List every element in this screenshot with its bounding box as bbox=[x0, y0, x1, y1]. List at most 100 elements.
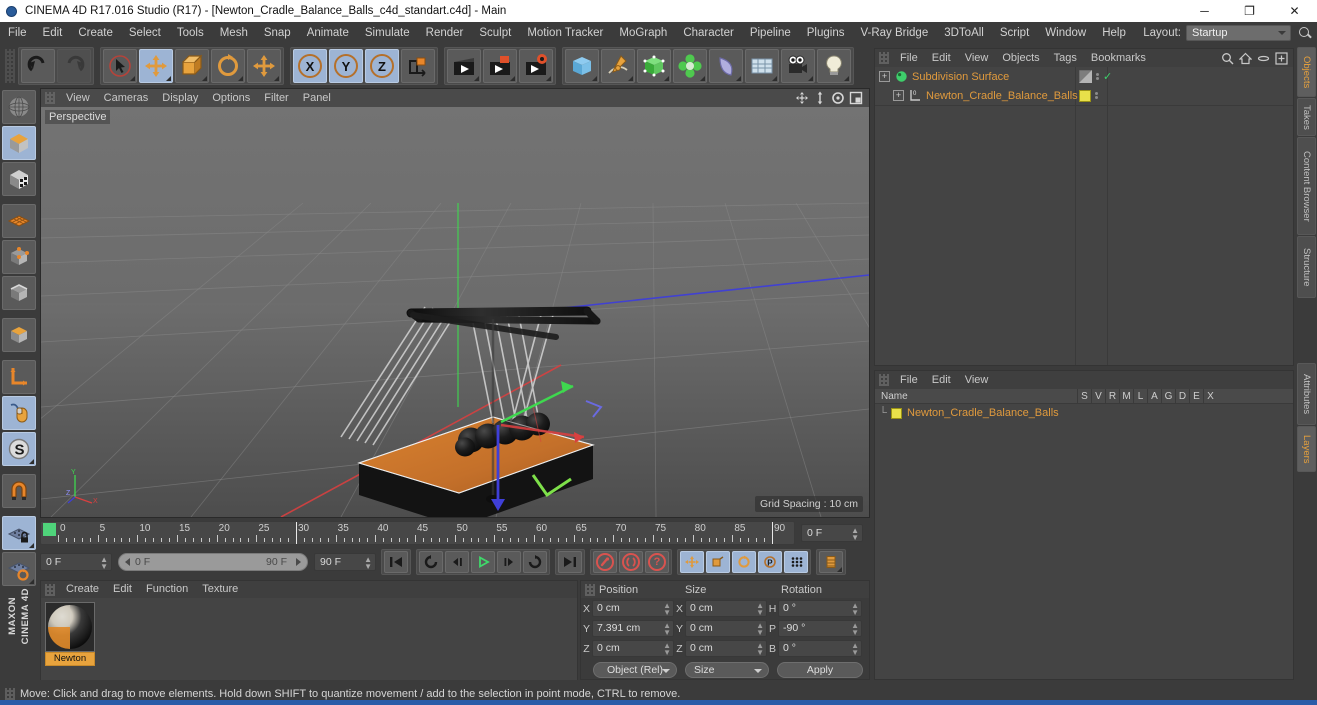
uv-mesh-button[interactable] bbox=[2, 204, 36, 238]
record-rotation-button[interactable] bbox=[732, 551, 756, 573]
flyout-corner-icon[interactable] bbox=[29, 543, 34, 548]
rotation-h-field[interactable]: 0 ° ▲ ▼ bbox=[778, 600, 862, 617]
points-mode-button[interactable] bbox=[2, 240, 36, 274]
position-z-field[interactable]: 0 cm ▲ ▼ bbox=[592, 640, 674, 657]
menu-item-sculpt[interactable]: Sculpt bbox=[471, 22, 519, 44]
menu-item-motion-tracker[interactable]: Motion Tracker bbox=[519, 22, 611, 44]
layer-column-x[interactable]: X bbox=[1203, 388, 1217, 404]
dock-tab-objects[interactable]: Objects bbox=[1297, 47, 1316, 97]
polygons-mode-button[interactable] bbox=[2, 318, 36, 352]
add-array-button[interactable] bbox=[673, 49, 707, 83]
position-x-field[interactable]: 0 cm ▲ ▼ bbox=[592, 600, 674, 617]
search-icon[interactable] bbox=[1221, 52, 1234, 65]
spinner-icon[interactable]: ▲ ▼ bbox=[663, 642, 671, 657]
spinner-icon[interactable]: ▲ ▼ bbox=[851, 527, 859, 542]
layer-column-e[interactable]: E bbox=[1189, 388, 1203, 404]
object-menu-edit[interactable]: Edit bbox=[925, 49, 958, 67]
size-mode-dropdown[interactable]: Size bbox=[685, 662, 769, 678]
add-environment-button[interactable] bbox=[745, 49, 779, 83]
spinner-icon[interactable]: ▲ ▼ bbox=[756, 622, 764, 637]
menu-item-animate[interactable]: Animate bbox=[299, 22, 357, 44]
go-to-start-button[interactable] bbox=[384, 551, 408, 573]
step-back-button[interactable] bbox=[445, 551, 469, 573]
step-forward-button[interactable] bbox=[497, 551, 521, 573]
apply-button[interactable]: Apply bbox=[777, 662, 863, 678]
material-menu-create[interactable]: Create bbox=[59, 581, 106, 598]
render-view-button[interactable] bbox=[447, 49, 481, 83]
viewport-menu-panel[interactable]: Panel bbox=[296, 89, 338, 107]
flyout-corner-icon[interactable] bbox=[592, 76, 597, 81]
redo-button[interactable] bbox=[57, 49, 91, 83]
layer-column-m[interactable]: M bbox=[1119, 388, 1133, 404]
layer-column-d[interactable]: D bbox=[1175, 388, 1189, 404]
flyout-corner-icon[interactable] bbox=[628, 76, 633, 81]
workplane-rotate-button[interactable] bbox=[2, 552, 36, 586]
dock-tab-structure[interactable]: Structure bbox=[1297, 236, 1316, 298]
layer-column-g[interactable]: G bbox=[1161, 388, 1175, 404]
flyout-corner-icon[interactable] bbox=[510, 76, 515, 81]
layer-column-l[interactable]: L bbox=[1133, 388, 1147, 404]
record-position-button[interactable] bbox=[680, 551, 704, 573]
rotate-view-icon[interactable] bbox=[831, 91, 845, 105]
position-y-field[interactable]: 7.391 cm ▲ ▼ bbox=[592, 620, 674, 637]
object-row[interactable]: + Subdivision Surface ✓ bbox=[875, 67, 1293, 86]
viewport-grip[interactable] bbox=[45, 92, 55, 104]
menu-item-edit[interactable]: Edit bbox=[35, 22, 71, 44]
menu-item-character[interactable]: Character bbox=[675, 22, 742, 44]
menu-item-simulate[interactable]: Simulate bbox=[357, 22, 418, 44]
snap-s-button[interactable]: S bbox=[2, 432, 36, 466]
home-icon[interactable] bbox=[1239, 52, 1252, 65]
flyout-corner-icon[interactable] bbox=[29, 579, 34, 584]
timeline-ruler[interactable]: 0 5 10 15 20 25 30 35 40 45 50 55 60 65 70 75 80 85 90 bbox=[40, 521, 795, 545]
layer-column-a[interactable]: A bbox=[1147, 388, 1161, 404]
flyout-corner-icon[interactable] bbox=[274, 76, 279, 81]
viewport-3d[interactable]: Perspective Grid Spacing : 10 cm Y X Z bbox=[41, 107, 869, 517]
object-tree[interactable]: + Subdivision Surface ✓ +0 Newton_Cradle_Bal… bbox=[875, 67, 1293, 365]
material-tag-icon[interactable] bbox=[1079, 89, 1091, 102]
end-frame-field[interactable]: 90 F ▲ ▼ bbox=[314, 553, 376, 571]
spinner-icon[interactable]: ▲ ▼ bbox=[756, 602, 764, 617]
flyout-corner-icon[interactable] bbox=[546, 76, 551, 81]
flyout-corner-icon[interactable] bbox=[29, 459, 34, 464]
menu-item-create[interactable]: Create bbox=[70, 22, 121, 44]
go-to-end-button[interactable] bbox=[558, 551, 582, 573]
material-menu-function[interactable]: Function bbox=[139, 581, 195, 598]
transform-tool[interactable] bbox=[247, 49, 281, 83]
object-name[interactable]: Subdivision Surface bbox=[912, 71, 1009, 83]
timeline-playhead[interactable] bbox=[296, 522, 297, 544]
layer-column-name[interactable]: Name bbox=[875, 389, 1077, 404]
viewport-menu-cameras[interactable]: Cameras bbox=[97, 89, 156, 107]
undo-button[interactable] bbox=[21, 49, 55, 83]
layer-menu-file[interactable]: File bbox=[893, 371, 925, 389]
visibility-dots-icon[interactable] bbox=[1095, 92, 1098, 99]
menu-item-mesh[interactable]: Mesh bbox=[212, 22, 256, 44]
close-button[interactable]: ✕ bbox=[1272, 0, 1317, 22]
layer-color-swatch[interactable] bbox=[891, 407, 902, 419]
flyout-corner-icon[interactable] bbox=[844, 76, 849, 81]
layer-column-v[interactable]: V bbox=[1091, 388, 1105, 404]
coordinate-mode-dropdown[interactable]: Object (Rel) bbox=[593, 662, 677, 678]
preview-range-slider[interactable]: 0 F 90 F bbox=[118, 553, 308, 571]
add-deformer-button[interactable] bbox=[709, 49, 743, 83]
size-y-field[interactable]: 0 cm ▲ ▼ bbox=[685, 620, 767, 637]
record-parameter-button[interactable] bbox=[784, 551, 808, 573]
search-icon[interactable] bbox=[1297, 25, 1313, 41]
timeline-end-marker[interactable] bbox=[772, 522, 773, 544]
layer-column-s[interactable]: S bbox=[1077, 388, 1091, 404]
edges-mode-button[interactable] bbox=[2, 276, 36, 310]
menu-item-tools[interactable]: Tools bbox=[169, 22, 212, 44]
scale-tool[interactable] bbox=[175, 49, 209, 83]
add-camera-button[interactable] bbox=[781, 49, 815, 83]
flyout-corner-icon[interactable] bbox=[130, 76, 135, 81]
material-menu-texture[interactable]: Texture bbox=[195, 581, 245, 598]
pan-view-icon[interactable] bbox=[795, 91, 809, 105]
null-object-icon[interactable]: 0 bbox=[908, 89, 922, 103]
current-frame-field[interactable]: 0 F ▲ ▼ bbox=[40, 553, 112, 571]
dolly-view-icon[interactable] bbox=[813, 91, 827, 105]
workplane-lock-button[interactable] bbox=[2, 516, 36, 550]
viewport-menu-display[interactable]: Display bbox=[155, 89, 205, 107]
coordinates-grip[interactable] bbox=[585, 583, 595, 596]
maximize-view-icon[interactable] bbox=[849, 91, 863, 105]
material-name[interactable]: Newton bbox=[45, 652, 95, 666]
material-manager-grip[interactable] bbox=[45, 583, 55, 596]
